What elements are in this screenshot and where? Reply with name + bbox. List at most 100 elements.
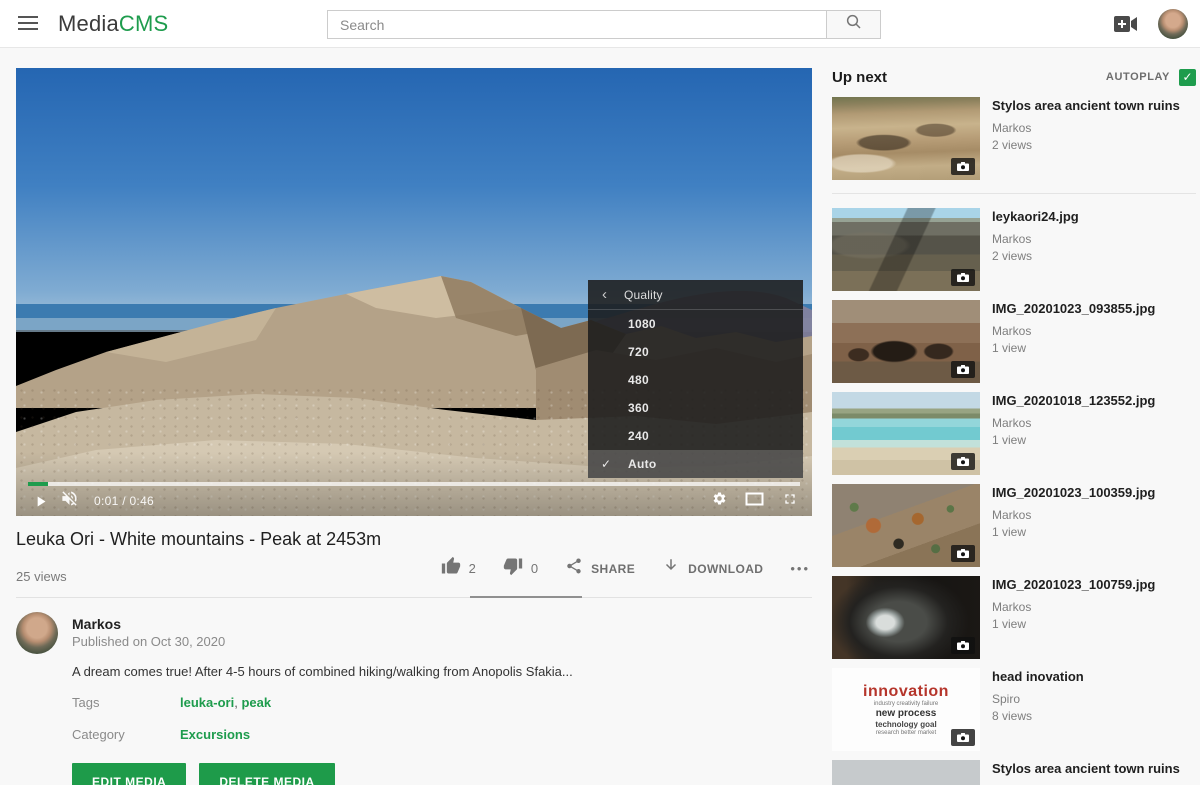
item-title[interactable]: IMG_20201023_100359.jpg — [992, 485, 1155, 501]
item-title[interactable]: IMG_20201023_100759.jpg — [992, 577, 1155, 593]
sidebar-divider — [832, 193, 1196, 194]
tag-separator: , — [234, 695, 238, 710]
app-logo[interactable]: MediaCMS — [58, 11, 168, 37]
section-divider — [16, 597, 812, 598]
user-avatar[interactable] — [1158, 9, 1188, 39]
mute-button[interactable] — [54, 489, 84, 513]
quality-menu-title: Quality — [624, 288, 663, 302]
quality-option-240[interactable]: 240 — [588, 422, 803, 450]
tags-label: Tags — [72, 695, 99, 710]
thumbnail-leykaori24[interactable] — [832, 208, 980, 291]
like-button[interactable]: 2 — [441, 556, 476, 581]
item-views: 1 view — [992, 525, 1155, 539]
dislike-count: 0 — [531, 561, 538, 576]
thumbnail-img-093855[interactable] — [832, 300, 980, 383]
wordcloud-line: innovation — [863, 683, 949, 700]
theater-mode-button[interactable] — [745, 492, 764, 511]
thumb-up-icon — [441, 556, 461, 581]
settings-button[interactable] — [712, 491, 727, 511]
item-title[interactable]: Stylos area ancient town ruins — [992, 98, 1180, 114]
video-details: Leuka Ori - White mountains - Peak at 24… — [16, 528, 812, 785]
related-item[interactable]: innovation industry creativity failure n… — [832, 668, 1196, 751]
item-title[interactable]: Stylos area ancient town ruins — [992, 761, 1180, 777]
logo-cms-text: CMS — [119, 11, 169, 36]
video-player[interactable]: ‹ Quality 1080 720 480 360 240 ✓ Auto 0:… — [16, 68, 812, 516]
search-input[interactable] — [327, 10, 826, 39]
delete-media-button[interactable]: DELETE MEDIA — [199, 763, 334, 785]
item-author[interactable]: Spiro — [992, 692, 1084, 706]
play-button[interactable] — [26, 493, 54, 510]
item-views: 1 view — [992, 341, 1155, 355]
item-author[interactable]: Markos — [992, 232, 1079, 246]
publish-date: Published on Oct 30, 2020 — [72, 634, 225, 649]
back-chevron-icon: ‹ — [602, 286, 607, 303]
tag-leuka-ori[interactable]: leuka-ori — [180, 695, 234, 710]
item-title[interactable]: IMG_20201023_093855.jpg — [992, 301, 1155, 317]
related-item[interactable]: IMG_20201023_093855.jpg Markos 1 view — [832, 300, 1196, 383]
item-title[interactable]: leykaori24.jpg — [992, 209, 1079, 225]
item-title[interactable]: IMG_20201018_123552.jpg — [992, 393, 1155, 409]
up-next-item[interactable]: Stylos area ancient town ruins Markos 2 … — [832, 97, 1196, 180]
share-icon — [565, 557, 583, 580]
fullscreen-button[interactable] — [782, 491, 798, 512]
related-item[interactable]: Stylos area ancient town ruins — [832, 760, 1196, 785]
quality-option-1080[interactable]: 1080 — [588, 310, 803, 338]
more-options-icon: ••• — [790, 561, 810, 576]
quality-option-720[interactable]: 720 — [588, 338, 803, 366]
item-author[interactable]: Markos — [992, 600, 1155, 614]
item-views: 1 view — [992, 433, 1155, 447]
autoplay-toggle: AUTOPLAY ✓ — [1106, 69, 1196, 86]
video-description: A dream comes true! After 4-5 hours of c… — [72, 664, 573, 679]
thumbnail-img-123552[interactable] — [832, 392, 980, 475]
thumbnail-stylos-ruins[interactable] — [832, 97, 980, 180]
related-item[interactable]: IMG_20201023_100759.jpg Markos 1 view — [832, 576, 1196, 659]
up-next-heading: Up next — [832, 69, 887, 86]
thumbnail-head-inovation[interactable]: innovation industry creativity failure n… — [832, 668, 980, 751]
item-author[interactable]: Markos — [992, 508, 1155, 522]
tag-peak[interactable]: peak — [241, 695, 271, 710]
related-item[interactable]: IMG_20201023_100359.jpg Markos 1 view — [832, 484, 1196, 567]
like-count: 2 — [469, 561, 476, 576]
related-item[interactable]: leykaori24.jpg Markos 2 views — [832, 208, 1196, 291]
camera-icon — [951, 269, 975, 286]
more-options-button[interactable]: ••• — [790, 561, 810, 576]
item-author[interactable]: Markos — [992, 416, 1155, 430]
volume-muted-icon — [60, 489, 79, 513]
author-name[interactable]: Markos — [72, 616, 121, 632]
video-controls: 0:01 / 0:46 — [16, 486, 812, 516]
quality-option-480[interactable]: 480 — [588, 366, 803, 394]
category-excursions[interactable]: Excursions — [180, 727, 250, 742]
thumbnail-img-100759[interactable] — [832, 576, 980, 659]
wordcloud-line: technology goal — [875, 720, 936, 729]
author-avatar[interactable] — [16, 612, 58, 654]
share-button[interactable]: SHARE — [565, 557, 635, 580]
download-button[interactable]: DOWNLOAD — [662, 557, 763, 580]
gear-icon — [712, 491, 727, 511]
quality-option-360[interactable]: 360 — [588, 394, 803, 422]
media-buttons: EDIT MEDIA DELETE MEDIA — [72, 763, 335, 785]
quality-menu-back[interactable]: ‹ Quality — [588, 280, 803, 310]
camera-icon — [951, 158, 975, 175]
fullscreen-icon — [782, 491, 798, 512]
logo-media-text: Media — [58, 11, 119, 36]
thumbnail-stylos-ruins-2[interactable] — [832, 760, 980, 785]
upload-media-icon[interactable] — [1114, 15, 1138, 33]
autoplay-checkbox[interactable]: ✓ — [1179, 69, 1196, 86]
thumbnail-img-100359[interactable] — [832, 484, 980, 567]
item-author[interactable]: Markos — [992, 121, 1180, 135]
related-item[interactable]: IMG_20201018_123552.jpg Markos 1 view — [832, 392, 1196, 475]
wordcloud-line: new process — [876, 708, 937, 719]
edit-media-button[interactable]: EDIT MEDIA — [72, 763, 186, 785]
share-label: SHARE — [591, 562, 635, 576]
menu-icon[interactable] — [18, 16, 38, 31]
item-title[interactable]: head inovation — [992, 669, 1084, 685]
download-icon — [662, 557, 680, 580]
rating-underline — [470, 596, 582, 598]
theater-mode-icon — [745, 492, 764, 511]
dislike-button[interactable]: 0 — [503, 556, 538, 581]
camera-icon — [951, 637, 975, 654]
camera-icon — [951, 729, 975, 746]
search-button[interactable] — [826, 10, 881, 39]
item-author[interactable]: Markos — [992, 324, 1155, 338]
quality-option-auto[interactable]: ✓ Auto — [588, 450, 803, 478]
